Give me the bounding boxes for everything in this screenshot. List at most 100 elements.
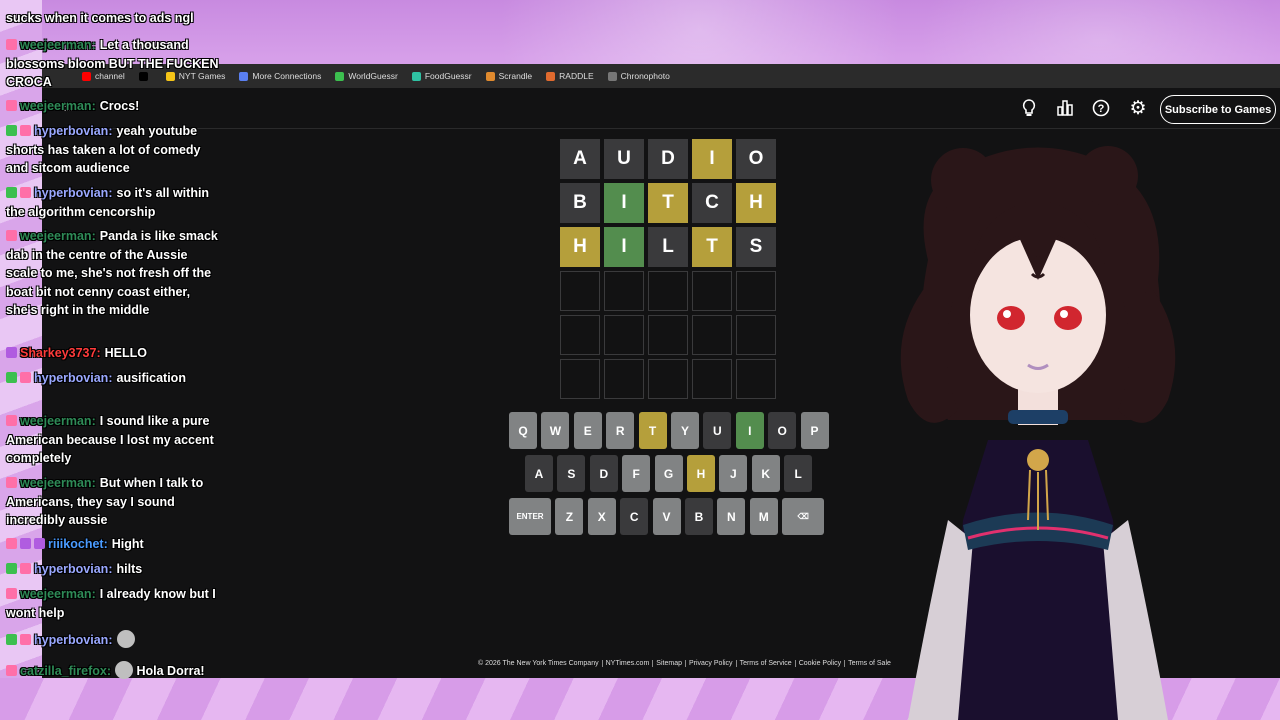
chat-message: weejeerman: Let a thousand blossoms bloom… <box>6 36 220 92</box>
key-n[interactable]: N <box>717 498 746 535</box>
board-tile <box>560 271 600 311</box>
keyboard-row: ASDFGHJKL <box>509 455 833 492</box>
board-tile: I <box>604 227 644 267</box>
board-row <box>560 315 780 355</box>
key-e[interactable]: E <box>573 412 602 449</box>
chat-username[interactable]: Sharkey3737: <box>20 346 101 360</box>
key-z[interactable]: Z <box>555 498 584 535</box>
footer-link[interactable]: Sitemap <box>653 660 686 667</box>
key-u[interactable]: U <box>703 412 732 449</box>
pink-badge-icon <box>20 372 31 383</box>
footer-link[interactable]: Terms of Service <box>737 660 796 667</box>
board-tile: T <box>648 183 688 223</box>
bookmark-item[interactable]: FoodGuessr <box>411 71 472 81</box>
footer-link[interactable]: © 2026 The New York Times Company <box>475 660 603 667</box>
key-a[interactable]: A <box>525 455 553 492</box>
bookmark-item[interactable]: Chronophoto <box>607 71 670 81</box>
board-tile <box>736 315 776 355</box>
chat-text: hilts <box>116 562 143 576</box>
chat-username[interactable]: riiikochet: <box>48 537 108 551</box>
key-v[interactable]: V <box>652 498 681 535</box>
key-y[interactable]: Y <box>670 412 699 449</box>
chat-username[interactable]: hyperbovian: <box>34 124 113 138</box>
footer-link[interactable]: NYTimes.com <box>603 660 654 667</box>
star-badge-icon <box>20 538 31 549</box>
key-l[interactable]: L <box>784 455 813 492</box>
chat-message: Sharkey3737: HELLO <box>6 344 220 363</box>
chat-emote-icon <box>115 661 134 679</box>
footer-links: © 2026 The New York Times Company NYTimes… <box>475 660 894 667</box>
chat-username[interactable]: catzilla_firefox: <box>20 664 111 678</box>
chat-username[interactable]: weejeerman: <box>20 38 96 52</box>
board-tile: L <box>648 227 688 267</box>
key-f[interactable]: F <box>622 455 651 492</box>
chat-username[interactable]: weejeerman: <box>20 476 96 490</box>
star-badge-icon <box>6 347 17 358</box>
chat-message: weejeerman: Panda is like smack dab in th… <box>6 227 220 320</box>
vtuber-avatar <box>900 146 1176 720</box>
key-p[interactable]: P <box>800 412 829 449</box>
bookmarks-bar: channel NYT Games More Connections WorldGue… <box>42 64 1280 88</box>
key-o[interactable]: O <box>768 412 797 449</box>
chat-username[interactable]: hyperbovian: <box>34 371 113 385</box>
key-i[interactable]: I <box>735 412 764 449</box>
chat-username[interactable]: weejeerman: <box>20 414 96 428</box>
key-q[interactable]: Q <box>509 412 537 449</box>
bookmark-label: Scrandle <box>498 71 533 81</box>
green-badge-icon <box>6 563 17 574</box>
help-icon[interactable]: ? <box>1091 98 1111 118</box>
key-m[interactable]: M <box>749 498 778 535</box>
chat-username[interactable]: weejeerman: <box>20 229 96 243</box>
board-tile: S <box>736 227 776 267</box>
bookmark-label: Chronophoto <box>620 71 670 81</box>
bookmark-item[interactable]: Scrandle <box>485 71 533 81</box>
bookmark-item[interactable]: More Connections <box>239 71 321 81</box>
footer-link[interactable]: Privacy Policy <box>686 660 737 667</box>
board-tile: A <box>560 139 600 179</box>
chat-username[interactable]: hyperbovian: <box>34 562 113 576</box>
stats-icon[interactable] <box>1055 98 1075 118</box>
chat-username[interactable]: hyperbovian: <box>34 633 113 647</box>
board-tile <box>604 271 644 311</box>
key-s[interactable]: S <box>557 455 586 492</box>
board-row: BITCH <box>560 183 780 223</box>
chat-message: catzilla_firefox: Hola Dorra! <box>6 661 220 681</box>
key-g[interactable]: G <box>654 455 683 492</box>
key-w[interactable]: W <box>541 412 570 449</box>
board-tile <box>736 359 776 399</box>
board-tile: T <box>692 227 732 267</box>
key-r[interactable]: R <box>606 412 635 449</box>
backspace-key[interactable]: ⌫ <box>782 498 825 535</box>
key-x[interactable]: X <box>587 498 616 535</box>
chat-message: sucks when it comes to ads ngl <box>6 9 220 28</box>
board-tile <box>736 271 776 311</box>
subscribe-button[interactable]: Subscribe to Games <box>1160 95 1276 124</box>
chat-username[interactable]: weejeerman: <box>20 99 96 113</box>
green-badge-icon <box>6 187 17 198</box>
green-badge-icon <box>6 372 17 383</box>
key-t[interactable]: T <box>638 412 667 449</box>
hint-bulb-icon[interactable] <box>1019 98 1039 118</box>
bookmark-item[interactable]: RADDLE <box>546 71 594 81</box>
chat-username[interactable]: weejeerman: <box>20 587 96 601</box>
pink-badge-icon <box>20 187 31 198</box>
key-h[interactable]: H <box>686 455 715 492</box>
board-tile <box>692 271 732 311</box>
enter-key[interactable]: ENTER <box>509 498 551 535</box>
key-k[interactable]: K <box>751 455 780 492</box>
key-b[interactable]: B <box>684 498 713 535</box>
footer-link[interactable]: Cookie Policy <box>796 660 846 667</box>
chat-emote-icon <box>116 630 135 648</box>
key-d[interactable]: D <box>589 455 618 492</box>
chat-message: hyperbovian: ausification <box>6 369 220 388</box>
stream-chat-overlay: sucks when it comes to ads ngl weejeerman… <box>0 0 222 720</box>
chat-username[interactable]: hyperbovian: <box>34 186 113 200</box>
board-tile: D <box>648 139 688 179</box>
chat-text: ausification <box>116 371 186 385</box>
bookmark-item[interactable]: WorldGuessr <box>335 71 398 81</box>
key-j[interactable]: J <box>719 455 748 492</box>
chat-text: HELLO <box>104 346 147 360</box>
key-c[interactable]: C <box>620 498 649 535</box>
settings-gear-icon[interactable]: ⚙ <box>1128 98 1148 119</box>
green-badge-icon <box>6 125 17 136</box>
